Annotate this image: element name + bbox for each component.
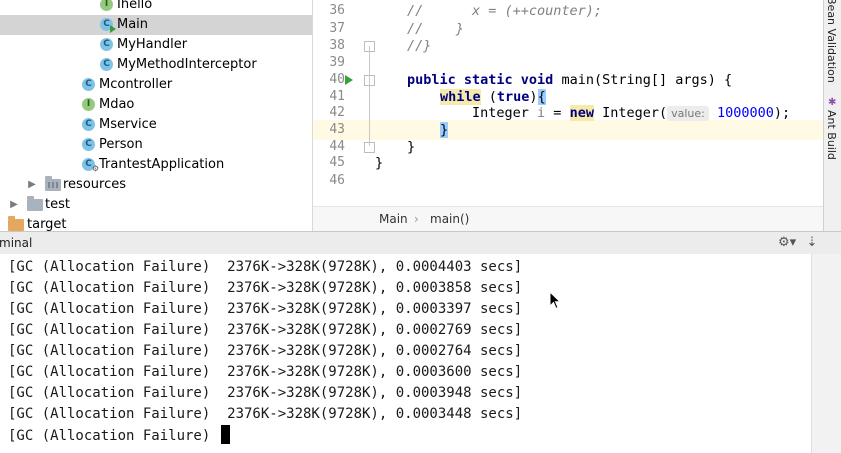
class-icon: C xyxy=(100,58,113,71)
code-line[interactable]: 46 xyxy=(313,171,841,191)
hide-panel-icon[interactable]: ⇣ xyxy=(803,234,821,252)
terminal-line: [GC (Allocation Failure) 2376K->328K(972… xyxy=(8,406,523,422)
terminal-line: [GC (Allocation Failure) 2376K->328K(972… xyxy=(8,322,523,338)
terminal-scrollbar[interactable] xyxy=(811,254,841,453)
parameter-hint: value: xyxy=(667,106,709,121)
ant-icon: ✱ xyxy=(828,97,837,108)
resources-folder-icon xyxy=(45,176,61,191)
tree-item-mservice[interactable]: C Mservice xyxy=(0,115,312,135)
class-icon: C xyxy=(82,118,95,131)
terminal-line: [GC (Allocation Failure) 2376K->328K(972… xyxy=(8,385,523,401)
tree-item-test[interactable]: ▶ test xyxy=(0,195,312,215)
terminal-output[interactable]: [GC (Allocation Failure) 2376K->328K(972… xyxy=(0,254,811,453)
tree-item-mcontroller[interactable]: C Mcontroller xyxy=(0,75,312,95)
gear-icon[interactable]: ⚙▾ xyxy=(778,234,796,252)
terminal-prompt-line[interactable]: [GC (Allocation Failure) xyxy=(8,425,230,447)
tree-item-myhandler[interactable]: C MyHandler xyxy=(0,35,312,55)
tab-ant-build[interactable]: Ant Build xyxy=(825,110,838,160)
class-icon: C xyxy=(100,38,113,51)
breadcrumb-method[interactable]: main() xyxy=(430,212,469,226)
terminal-line: [GC (Allocation Failure) 2376K->328K(972… xyxy=(8,301,523,317)
interface-icon: I xyxy=(100,0,113,11)
tree-item-main[interactable]: C Main xyxy=(0,15,312,35)
terminal-line: [GC (Allocation Failure) 2376K->328K(972… xyxy=(8,280,523,296)
chevron-right-icon[interactable]: ▶ xyxy=(8,195,20,215)
terminal-line: [GC (Allocation Failure) 2376K->328K(972… xyxy=(8,343,523,359)
code-editor[interactable]: 36 // x = (++counter); 37 // } 38 //} 39… xyxy=(313,0,841,206)
right-tool-strip: Bean Validation ✱ Ant Build xyxy=(823,0,841,231)
class-run-icon: C xyxy=(100,18,116,33)
spring-class-icon: C ⚙ xyxy=(82,158,99,173)
tree-item-trantestapplication[interactable]: C ⚙ TrantestApplication xyxy=(0,155,312,175)
class-icon: C xyxy=(82,138,95,151)
class-icon: C xyxy=(82,78,95,91)
code-line[interactable]: 45 } xyxy=(313,153,841,173)
tab-bean-validation[interactable]: Bean Validation xyxy=(825,0,838,83)
tree-item-resources[interactable]: ▶ resources xyxy=(0,175,312,195)
breadcrumb: Main › main() xyxy=(313,206,841,232)
fold-guide xyxy=(369,46,370,146)
interface-icon: I xyxy=(82,98,95,111)
text-cursor xyxy=(220,425,230,444)
tree-item-ihello[interactable]: I Ihello xyxy=(0,0,312,15)
project-tree: I Ihello C Main C MyHandler C MyMethodIn… xyxy=(0,0,313,231)
excluded-folder-icon xyxy=(8,216,24,231)
tree-item-target[interactable]: target xyxy=(0,215,312,231)
terminal-header: minal ⚙▾ ⇣ xyxy=(0,231,841,255)
breadcrumb-class[interactable]: Main xyxy=(379,212,408,226)
folder-icon xyxy=(27,196,43,211)
terminal-line: [GC (Allocation Failure) 2376K->328K(972… xyxy=(8,259,523,275)
terminal-line: [GC (Allocation Failure) 2376K->328K(972… xyxy=(8,364,523,380)
mouse-pointer-icon xyxy=(549,291,562,310)
chevron-right-icon[interactable]: ▶ xyxy=(26,175,38,195)
tree-item-person[interactable]: C Person xyxy=(0,135,312,155)
tree-item-mdao[interactable]: I Mdao xyxy=(0,95,312,115)
run-gutter-icon[interactable] xyxy=(345,75,353,85)
terminal-title: minal xyxy=(0,236,33,250)
code-line[interactable]: 36 // x = (++counter); xyxy=(313,1,841,21)
breadcrumb-separator-icon: › xyxy=(414,212,419,226)
tree-item-mymethodinterceptor[interactable]: C MyMethodInterceptor xyxy=(0,55,312,75)
